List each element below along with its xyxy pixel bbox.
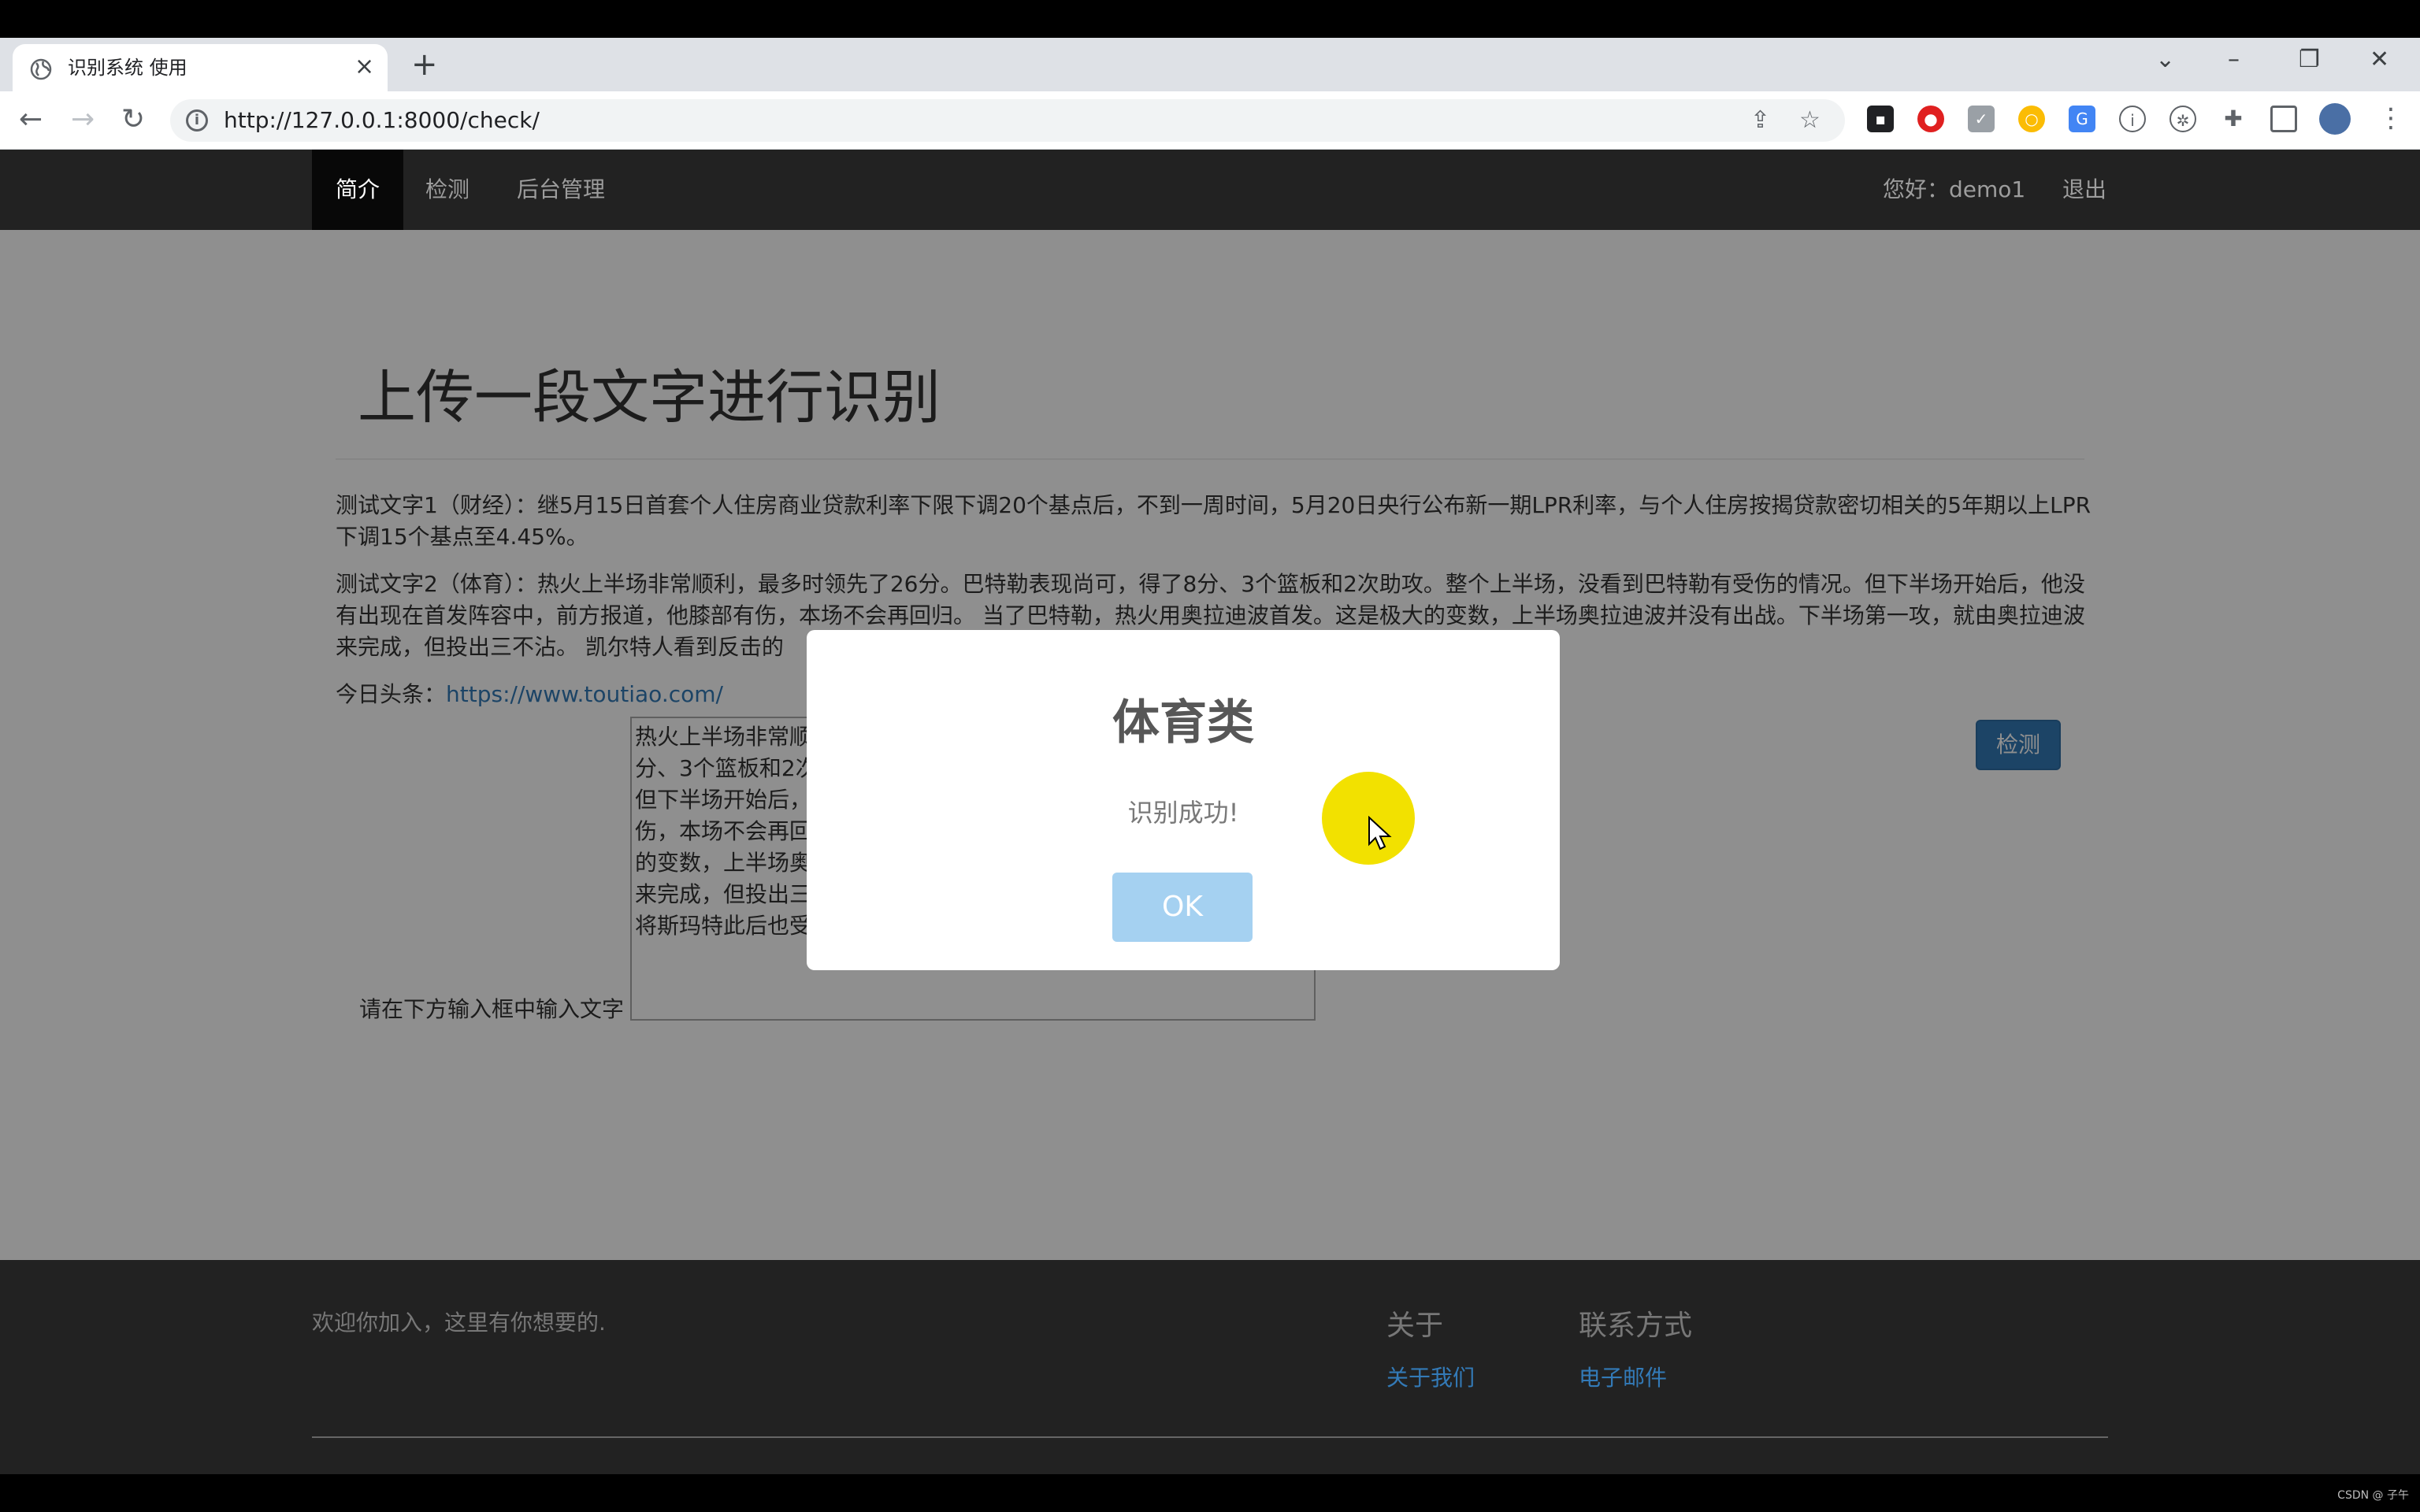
star-icon[interactable]: ☆ xyxy=(1799,109,1821,132)
extension-icon-3[interactable]: ✓ xyxy=(1968,106,1995,132)
site-navbar: 简介 检测 后台管理 您好：demo1 退出 xyxy=(0,150,2420,230)
translate-icon[interactable]: G xyxy=(2069,106,2095,132)
footer-about-title: 关于 xyxy=(1386,1310,1444,1342)
menu-icon[interactable]: ⋮ xyxy=(2377,102,2404,134)
sidebar-icon[interactable] xyxy=(2270,106,2297,132)
url-text[interactable]: http://127.0.0.1:8000/check/ xyxy=(224,107,540,134)
window-close-icon[interactable]: ✕ xyxy=(2370,46,2389,74)
screen-bottom-bar: CSDN @ 子午 xyxy=(0,1474,2420,1512)
nav-admin[interactable]: 后台管理 xyxy=(493,150,629,230)
globe-icon xyxy=(30,58,52,80)
mouse-cursor-icon xyxy=(1368,816,1392,850)
greeting-text: 您好：demo1 xyxy=(1883,176,2026,202)
share-icon[interactable]: ⇪ xyxy=(1750,109,1770,132)
dialog-message: 识别成功! xyxy=(1127,798,1239,828)
extension-icon-1[interactable]: ▪ xyxy=(1867,106,1894,132)
ok-button[interactable]: OK xyxy=(1112,873,1253,942)
address-bar: ← → ↻ i http://127.0.0.1:8000/check/ ⇪ ☆ xyxy=(0,91,2420,150)
chevron-down-icon[interactable]: ⌄ xyxy=(2155,46,2175,74)
logout-link[interactable]: 退出 xyxy=(2062,150,2106,230)
footer-welcome: 欢迎你加入，这里有你想要的. xyxy=(312,1310,606,1336)
extension-icon-4[interactable]: ○ xyxy=(2018,106,2045,132)
plus-icon[interactable]: + xyxy=(411,49,438,80)
reload-icon[interactable]: ↻ xyxy=(121,104,145,135)
minimize-icon[interactable]: – xyxy=(2228,46,2240,74)
omnibox[interactable]: i http://127.0.0.1:8000/check/ ⇪ ☆ xyxy=(170,99,1845,142)
tab-strip: 识别系统 使用 × + ⌄ – ❐ ✕ xyxy=(0,38,2420,91)
nav-intro[interactable]: 简介 xyxy=(312,150,404,230)
extension-icon-7[interactable]: ✲ xyxy=(2169,106,2196,132)
result-dialog: 体育类 识别成功! OK xyxy=(807,630,1560,970)
screen-top-bar xyxy=(0,0,2420,38)
browser-tab[interactable]: 识别系统 使用 × xyxy=(13,44,388,91)
extension-icon-2[interactable]: ● xyxy=(1917,106,1944,132)
back-icon[interactable]: ← xyxy=(19,104,43,135)
extension-icon-6[interactable]: i xyxy=(2119,106,2146,132)
dialog-title: 体育类 xyxy=(1112,695,1254,750)
close-icon[interactable]: × xyxy=(354,55,374,79)
nav-detect[interactable]: 检测 xyxy=(402,150,493,230)
watermark: CSDN @ 子午 xyxy=(2337,1489,2409,1502)
footer-divider xyxy=(312,1436,2108,1438)
extension-icon[interactable]: ✚ xyxy=(2220,106,2247,132)
info-icon[interactable]: i xyxy=(186,109,208,132)
site-footer: 欢迎你加入，这里有你想要的. 关于 关于我们 联系方式 电子邮件 xyxy=(0,1260,2420,1474)
footer-contact-link[interactable]: 电子邮件 xyxy=(1579,1361,1667,1392)
forward-icon[interactable]: → xyxy=(71,104,95,135)
footer-contact-title: 联系方式 xyxy=(1579,1310,1693,1342)
restore-icon[interactable]: ❐ xyxy=(2299,46,2320,74)
avatar[interactable] xyxy=(2319,103,2351,135)
footer-about-link[interactable]: 关于我们 xyxy=(1386,1361,1475,1392)
tab-title: 识别系统 使用 xyxy=(68,57,187,79)
